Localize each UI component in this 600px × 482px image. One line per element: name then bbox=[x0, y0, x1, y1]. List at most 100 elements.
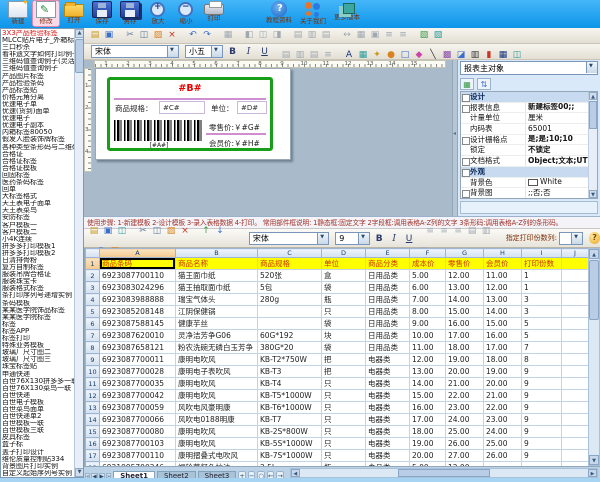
select-all-corner[interactable] bbox=[85, 248, 100, 258]
template-list-item[interactable]: 服装吊牌合格证 bbox=[2, 271, 74, 278]
table-copy-icon[interactable]: ◫ bbox=[151, 225, 163, 238]
cell[interactable] bbox=[257, 317, 322, 330]
template-list-item[interactable]: 三维码值查询例子 bbox=[2, 65, 74, 72]
copy-icon[interactable]: ◫ bbox=[138, 29, 150, 42]
cell[interactable]: 袋 bbox=[321, 341, 366, 354]
open-button[interactable]: 打开 bbox=[60, 0, 88, 27]
cell[interactable]: 江阴保健锅 bbox=[175, 305, 258, 318]
cell[interactable] bbox=[561, 437, 588, 450]
cell[interactable]: 15.00 bbox=[483, 317, 522, 330]
header-cell[interactable]: 打印份数 bbox=[521, 257, 562, 270]
table-save-icon[interactable]: ▣ bbox=[102, 225, 114, 238]
cell[interactable] bbox=[561, 293, 588, 306]
row-number[interactable]: 16 bbox=[85, 437, 100, 450]
设计[interactable]: − 设计 bbox=[461, 92, 597, 103]
row-number[interactable]: 4 bbox=[85, 293, 100, 306]
row-number[interactable]: 6 bbox=[85, 317, 100, 330]
template-list-item[interactable]: 日清排骨粉 bbox=[2, 257, 74, 264]
expand-icon[interactable]: + bbox=[461, 103, 470, 113]
barcode-object[interactable] bbox=[114, 120, 204, 141]
italic-button[interactable]: I bbox=[242, 45, 255, 58]
template-list-item[interactable]: 回固标签 bbox=[2, 172, 74, 179]
sidebar-scrollbar[interactable]: ▲ ▼ bbox=[74, 29, 83, 477]
cell[interactable]: 灵净洁芳争G06 bbox=[175, 329, 258, 342]
cell[interactable]: 1 bbox=[521, 269, 562, 282]
template-list-item[interactable]: 产品图片标签 bbox=[2, 73, 74, 80]
cell[interactable]: 6923087700042 bbox=[99, 389, 176, 402]
zoom-out-button[interactable]: 缩小 bbox=[172, 0, 200, 27]
cell[interactable]: 13.00 bbox=[445, 281, 484, 294]
cell[interactable] bbox=[561, 269, 588, 282]
underline-button[interactable]: U bbox=[258, 45, 271, 58]
cell[interactable]: 9 bbox=[521, 449, 562, 462]
cell[interactable]: 6923087700110 bbox=[99, 269, 176, 282]
template-list-item[interactable]: 看非遗文字如何打印例子 bbox=[2, 51, 74, 58]
column-header[interactable]: G bbox=[445, 248, 484, 258]
cell[interactable]: 电器类 bbox=[365, 389, 410, 402]
save-as-button[interactable]: 另存 bbox=[116, 0, 144, 27]
template-list-item[interactable]: 合格证标签 bbox=[2, 158, 74, 165]
spec-label[interactable]: 商品规格： bbox=[115, 103, 153, 114]
cell[interactable]: 袋 bbox=[321, 317, 366, 330]
template-list-item[interactable]: 三口秒杀 bbox=[2, 44, 74, 51]
template-list-item[interactable]: 产品标签贴 bbox=[2, 87, 74, 94]
cell[interactable]: 只 bbox=[321, 401, 366, 414]
cell[interactable]: 16.00 bbox=[409, 401, 446, 414]
cell[interactable]: 10.00 bbox=[409, 329, 446, 342]
cell[interactable]: 康明电吹风 bbox=[175, 437, 258, 450]
cell[interactable]: 19.00 bbox=[409, 437, 446, 450]
table-font-size-select[interactable]: 9 bbox=[335, 231, 371, 245]
cell[interactable]: 9 bbox=[521, 437, 562, 450]
设计栅格点[interactable]: + 设计栅格点 是;是;10;10 bbox=[461, 134, 597, 146]
row-number[interactable]: 3 bbox=[85, 281, 100, 294]
template-list-item[interactable]: 内箱标签80050 bbox=[2, 129, 74, 136]
spec-value-field[interactable]: #C# bbox=[159, 101, 205, 114]
cell[interactable]: 9 bbox=[521, 377, 562, 390]
row-number[interactable]: 8 bbox=[85, 341, 100, 354]
cell-align-top-icon[interactable]: ▤ bbox=[466, 225, 478, 238]
header-cell[interactable]: 商品规格 bbox=[257, 257, 322, 270]
table-underline-button[interactable]: U bbox=[403, 232, 415, 245]
cell[interactable]: 9.00 bbox=[409, 317, 446, 330]
cell[interactable]: 只 bbox=[321, 425, 366, 438]
外观[interactable]: − 外观 bbox=[461, 166, 597, 178]
cell[interactable] bbox=[561, 401, 588, 414]
scroll-up-icon[interactable]: ▲ bbox=[589, 92, 597, 100]
背景色[interactable]: 背景色 White bbox=[461, 177, 597, 189]
cell[interactable]: 康明摺叠式电吹风 bbox=[175, 449, 258, 462]
insert-row-icon[interactable]: ↑ bbox=[200, 225, 212, 238]
计量单位[interactable]: 计量单位 厘米 bbox=[461, 113, 597, 125]
template-list-item[interactable]: 安防标签 bbox=[2, 214, 74, 221]
row-number[interactable]: 9 bbox=[85, 353, 100, 366]
背景图[interactable]: + 背景图 ;;否;否 bbox=[461, 188, 597, 198]
cell[interactable]: 6923087700011 bbox=[99, 353, 176, 366]
row-number[interactable]: 14 bbox=[85, 413, 100, 426]
cell[interactable]: 16.00 bbox=[483, 329, 522, 342]
font-size-select[interactable]: 小五 bbox=[185, 45, 223, 58]
cell[interactable]: 8.00 bbox=[409, 305, 446, 318]
cell[interactable]: 22.00 bbox=[483, 401, 522, 414]
cell[interactable] bbox=[561, 317, 588, 330]
scroll-up-icon[interactable]: ▲ bbox=[75, 29, 83, 38]
row-number[interactable]: 7 bbox=[85, 329, 100, 342]
template-list-item[interactable]: 盖子打印设计 bbox=[2, 449, 74, 456]
column-header[interactable]: F bbox=[409, 248, 446, 258]
cell[interactable]: 21.00 bbox=[483, 389, 522, 402]
cell[interactable]: 15.00 bbox=[445, 305, 484, 318]
cell[interactable]: 22.00 bbox=[445, 389, 484, 402]
template-list-item[interactable]: 标签APP bbox=[2, 328, 74, 335]
cell[interactable]: KB-T6*1000W bbox=[257, 401, 322, 414]
table-export-icon[interactable]: ◫ bbox=[116, 225, 128, 238]
template-list-item[interactable]: 某某医学院标签 bbox=[2, 314, 74, 321]
template-list-item[interactable]: 客户模板二 bbox=[2, 229, 74, 236]
redo-icon[interactable]: ↷ bbox=[201, 29, 213, 42]
cell[interactable]: 袋 bbox=[321, 281, 366, 294]
cell[interactable]: 9 bbox=[521, 425, 562, 438]
cell[interactable]: 康明电子表吹风 bbox=[175, 365, 258, 378]
scroll-right-icon[interactable]: ▶ bbox=[588, 468, 597, 477]
cell[interactable]: 9 bbox=[521, 413, 562, 426]
expand-icon[interactable] bbox=[461, 124, 470, 134]
cell[interactable]: 康明电吹风 bbox=[175, 377, 258, 390]
cell[interactable]: 8 bbox=[521, 353, 562, 366]
cell[interactable]: 3 bbox=[521, 305, 562, 318]
